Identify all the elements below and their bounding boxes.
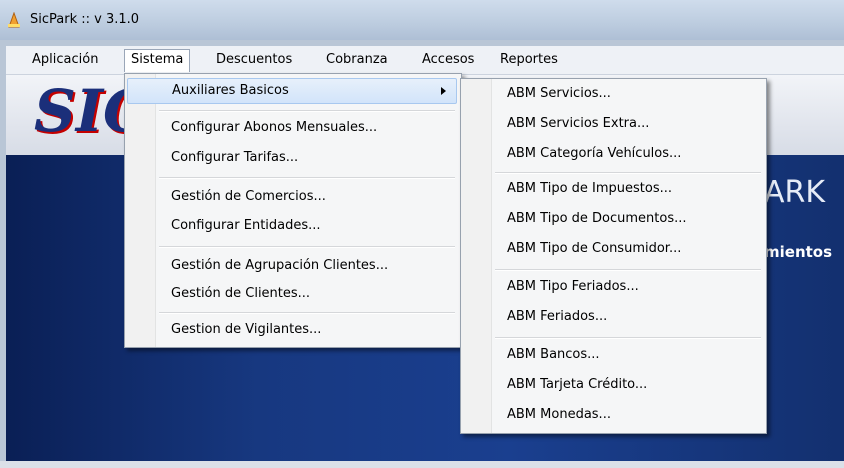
menu-item-label: ABM Tipo de Impuestos... — [507, 181, 673, 196]
menu-item-label: Configurar Tarifas... — [171, 150, 299, 165]
menu-item-configurar-abonos[interactable]: Configurar Abonos Mensuales... — [127, 116, 455, 140]
submenu-item-abm-tipo-consumidor[interactable]: ABM Tipo de Consumidor... — [463, 237, 761, 261]
sistema-menu: Auxiliares Basicos Configurar Abonos Men… — [124, 73, 462, 348]
submenu-item-abm-categoria-vehiculos[interactable]: ABM Categoría Vehículos... — [463, 142, 761, 166]
menu-reportes[interactable]: Reportes — [494, 50, 564, 70]
menu-separator — [159, 246, 455, 248]
submenu-arrow-icon — [441, 87, 446, 95]
menu-bar: Aplicación Sistema Descuentos Cobranza A… — [6, 46, 844, 75]
menu-item-label: Gestión de Agrupación Clientes... — [171, 258, 389, 273]
menu-item-label: Configurar Abonos Mensuales... — [171, 120, 378, 135]
menu-item-label: Auxiliares Basicos — [172, 83, 289, 98]
menu-cobranza[interactable]: Cobranza — [320, 50, 394, 70]
submenu-item-abm-tipo-feriados[interactable]: ABM Tipo Feriados... — [463, 275, 761, 299]
menu-item-agrupacion-clientes[interactable]: Gestión de Agrupación Clientes... — [127, 254, 455, 278]
app-icon — [8, 12, 20, 28]
auxiliares-submenu: ABM Servicios... ABM Servicios Extra... … — [460, 78, 767, 434]
menu-item-label: ABM Bancos... — [507, 347, 600, 362]
menu-aplicacion[interactable]: Aplicación — [26, 50, 104, 70]
menu-item-label: ABM Tipo de Consumidor... — [507, 241, 682, 256]
menu-sistema[interactable]: Sistema — [124, 49, 191, 72]
menu-descuentos[interactable]: Descuentos — [210, 50, 298, 70]
menu-item-label: ABM Tarjeta Crédito... — [507, 377, 648, 392]
menu-item-gestion-vigilantes[interactable]: Gestion de Vigilantes... — [127, 318, 455, 342]
brand-text: ARK — [764, 175, 826, 210]
submenu-item-abm-servicios-extra[interactable]: ABM Servicios Extra... — [463, 112, 761, 136]
menu-separator — [495, 269, 761, 271]
menu-item-label: Gestión de Clientes... — [171, 286, 311, 301]
menu-item-configurar-entidades[interactable]: Configurar Entidades... — [127, 214, 455, 238]
menu-separator — [159, 110, 455, 112]
menu-separator — [159, 312, 455, 314]
submenu-item-abm-tipo-impuestos[interactable]: ABM Tipo de Impuestos... — [463, 177, 761, 201]
menu-item-label: ABM Monedas... — [507, 407, 611, 422]
menu-item-label: ABM Tipo Feriados... — [507, 279, 639, 294]
menu-accesos[interactable]: Accesos — [416, 50, 480, 70]
menu-item-label: Configurar Entidades... — [171, 218, 321, 233]
menu-separator — [495, 337, 761, 339]
menu-item-label: ABM Tipo de Documentos... — [507, 211, 687, 226]
title-bar: SicPark :: v 3.1.0 — [0, 0, 844, 40]
menu-item-auxiliares-basicos[interactable]: Auxiliares Basicos — [127, 78, 457, 104]
menu-item-label: ABM Servicios Extra... — [507, 116, 650, 131]
window-title: SicPark :: v 3.1.0 — [30, 12, 140, 27]
menu-item-gestion-comercios[interactable]: Gestión de Comercios... — [127, 185, 455, 209]
menu-item-gestion-clientes[interactable]: Gestión de Clientes... — [127, 282, 455, 306]
menu-item-label: Gestion de Vigilantes... — [171, 322, 322, 337]
menu-item-label: Gestión de Comercios... — [171, 189, 326, 204]
submenu-item-abm-tipo-documentos[interactable]: ABM Tipo de Documentos... — [463, 207, 761, 231]
menu-item-configurar-tarifas[interactable]: Configurar Tarifas... — [127, 146, 455, 170]
submenu-item-abm-bancos[interactable]: ABM Bancos... — [463, 343, 761, 367]
submenu-item-abm-feriados[interactable]: ABM Feriados... — [463, 305, 761, 329]
menu-icon-column — [125, 74, 156, 347]
submenu-item-abm-tarjeta-credito[interactable]: ABM Tarjeta Crédito... — [463, 373, 761, 397]
menu-item-label: ABM Servicios... — [507, 86, 611, 101]
menu-item-label: ABM Categoría Vehículos... — [507, 146, 682, 161]
menu-separator — [495, 172, 761, 174]
submenu-item-abm-servicios[interactable]: ABM Servicios... — [463, 82, 761, 106]
menu-separator — [159, 177, 455, 179]
brand-subtext: mientos — [764, 243, 833, 261]
menu-item-label: ABM Feriados... — [507, 309, 608, 324]
submenu-item-abm-monedas[interactable]: ABM Monedas... — [463, 403, 761, 427]
status-strip — [0, 461, 844, 468]
